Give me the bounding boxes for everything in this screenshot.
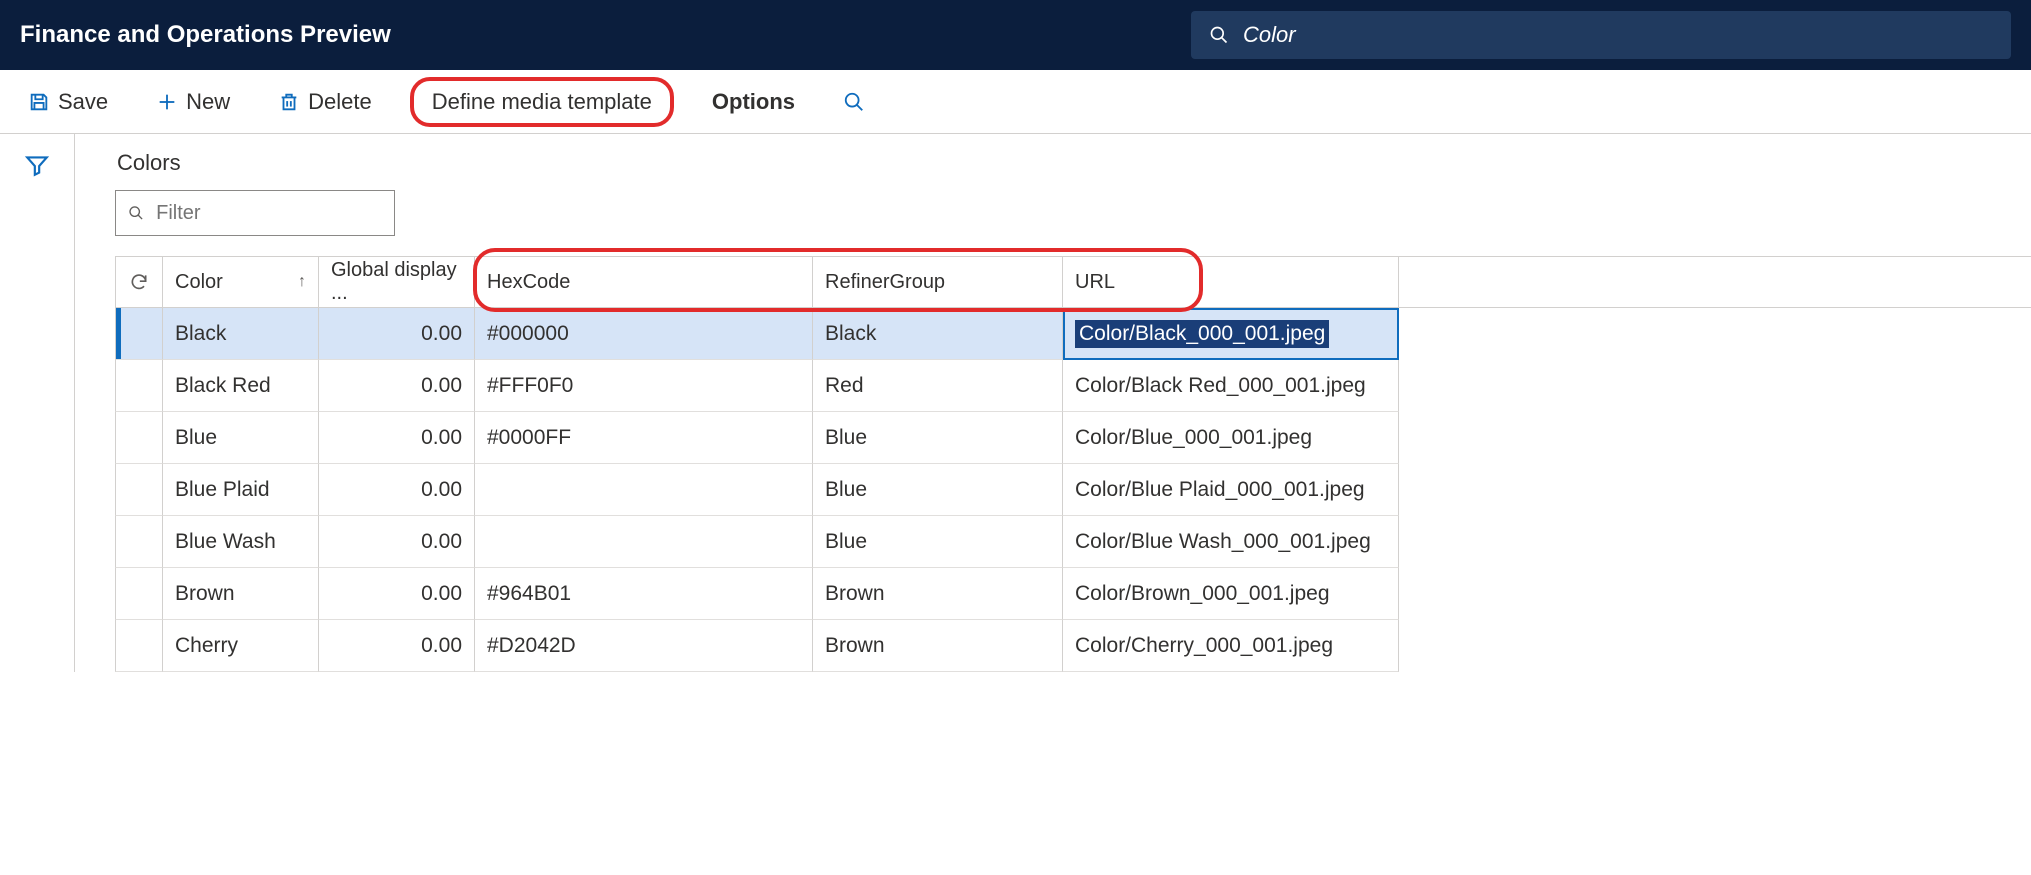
refresh-icon (129, 272, 149, 292)
app-title: Finance and Operations Preview (20, 21, 391, 49)
refresh-header[interactable] (115, 257, 163, 307)
cell-hexcode[interactable] (475, 464, 813, 516)
row-marker[interactable] (115, 568, 163, 620)
cell-refiner-group[interactable]: Black (813, 308, 1063, 360)
row-marker[interactable] (115, 516, 163, 568)
filter-box[interactable] (115, 190, 395, 236)
cell-color[interactable]: Cherry (163, 620, 319, 672)
cell-hexcode[interactable]: #000000 (475, 308, 813, 360)
cell-refiner-group[interactable]: Blue (813, 412, 1063, 464)
delete-label: Delete (308, 89, 372, 115)
trash-icon (278, 91, 300, 113)
page-title: Colors (117, 150, 2031, 176)
cell-url[interactable]: Color/Blue Plaid_000_001.jpeg (1063, 464, 1399, 516)
row-marker[interactable] (115, 464, 163, 516)
cell-color[interactable]: Brown (163, 568, 319, 620)
cell-global-display[interactable]: 0.00 (319, 516, 475, 568)
cell-url[interactable]: Color/Black_000_001.jpeg (1063, 308, 1399, 360)
cell-global-display[interactable]: 0.00 (319, 360, 475, 412)
data-grid: Color ↑ Global display ... HexCode Refin… (115, 256, 2031, 672)
cell-global-display[interactable]: 0.00 (319, 568, 475, 620)
row-marker[interactable] (115, 308, 163, 360)
options-button[interactable]: Options (702, 83, 805, 121)
cell-url[interactable]: Color/Black Red_000_001.jpeg (1063, 360, 1399, 412)
header-url[interactable]: URL (1063, 257, 1399, 307)
table-row[interactable]: Black0.00#000000BlackColor/Black_000_001… (115, 308, 2031, 360)
cell-refiner-group[interactable]: Brown (813, 568, 1063, 620)
top-bar: Finance and Operations Preview Color (0, 0, 2031, 70)
header-color[interactable]: Color ↑ (163, 257, 319, 307)
action-bar: Save New Delete Define media template Op… (0, 70, 2031, 134)
cell-url[interactable]: Color/Brown_000_001.jpeg (1063, 568, 1399, 620)
header-refiner-group[interactable]: RefinerGroup (813, 257, 1063, 307)
row-marker[interactable] (115, 620, 163, 672)
cell-url[interactable]: Color/Blue_000_001.jpeg (1063, 412, 1399, 464)
search-icon (1209, 25, 1229, 45)
cell-hexcode[interactable] (475, 516, 813, 568)
cell-color[interactable]: Blue (163, 412, 319, 464)
save-button[interactable]: Save (18, 83, 118, 121)
cell-hexcode[interactable]: #D2042D (475, 620, 813, 672)
table-row[interactable]: Blue Plaid0.00 BlueColor/Blue Plaid_000_0… (115, 464, 2031, 516)
new-button[interactable]: New (146, 83, 240, 121)
funnel-icon (24, 152, 50, 178)
table-row[interactable]: Blue Wash0.00 BlueColor/Blue Wash_000_001… (115, 516, 2031, 568)
search-icon (843, 91, 865, 113)
cell-refiner-group[interactable]: Blue (813, 464, 1063, 516)
cell-refiner-group[interactable]: Brown (813, 620, 1063, 672)
filter-funnel-button[interactable] (24, 152, 50, 672)
cell-hexcode[interactable]: #0000FF (475, 412, 813, 464)
cell-color[interactable]: Black Red (163, 360, 319, 412)
row-marker[interactable] (115, 360, 163, 412)
options-label: Options (712, 89, 795, 115)
cell-color[interactable]: Blue Plaid (163, 464, 319, 516)
cell-global-display[interactable]: 0.00 (319, 620, 475, 672)
save-label: Save (58, 89, 108, 115)
cell-refiner-group[interactable]: Blue (813, 516, 1063, 568)
grid-header-row: Color ↑ Global display ... HexCode Refin… (115, 256, 2031, 308)
search-icon (128, 204, 144, 222)
global-search-value: Color (1243, 22, 1296, 48)
header-hexcode[interactable]: HexCode (475, 257, 813, 307)
header-global-display[interactable]: Global display ... (319, 257, 475, 307)
cell-url[interactable]: Color/Cherry_000_001.jpeg (1063, 620, 1399, 672)
cell-url[interactable]: Color/Blue Wash_000_001.jpeg (1063, 516, 1399, 568)
cell-hexcode[interactable]: #964B01 (475, 568, 813, 620)
table-row[interactable]: Black Red0.00#FFF0F0RedColor/Black Red_0… (115, 360, 2031, 412)
filter-input[interactable] (154, 201, 382, 226)
cell-global-display[interactable]: 0.00 (319, 308, 475, 360)
left-rail (0, 134, 75, 672)
row-marker[interactable] (115, 412, 163, 464)
sort-asc-icon: ↑ (298, 273, 306, 291)
table-row[interactable]: Cherry0.00#D2042DBrownColor/Cherry_000_0… (115, 620, 2031, 672)
global-search[interactable]: Color (1191, 11, 2011, 59)
table-row[interactable]: Brown0.00#964B01BrownColor/Brown_000_001… (115, 568, 2031, 620)
action-search-button[interactable] (833, 85, 875, 119)
content-area: Colors Color ↑ Global display ... HexCod… (0, 134, 2031, 672)
delete-button[interactable]: Delete (268, 83, 382, 121)
cell-color[interactable]: Blue Wash (163, 516, 319, 568)
cell-color[interactable]: Black (163, 308, 319, 360)
define-media-template-button[interactable]: Define media template (410, 77, 674, 127)
main-area: Colors Color ↑ Global display ... HexCod… (75, 134, 2031, 672)
plus-icon (156, 91, 178, 113)
grid-body: Black0.00#000000BlackColor/Black_000_001… (115, 308, 2031, 672)
cell-global-display[interactable]: 0.00 (319, 412, 475, 464)
save-icon (28, 91, 50, 113)
cell-refiner-group[interactable]: Red (813, 360, 1063, 412)
define-media-template-label: Define media template (432, 89, 652, 115)
new-label: New (186, 89, 230, 115)
cell-global-display[interactable]: 0.00 (319, 464, 475, 516)
cell-hexcode[interactable]: #FFF0F0 (475, 360, 813, 412)
table-row[interactable]: Blue0.00#0000FFBlueColor/Blue_000_001.jp… (115, 412, 2031, 464)
